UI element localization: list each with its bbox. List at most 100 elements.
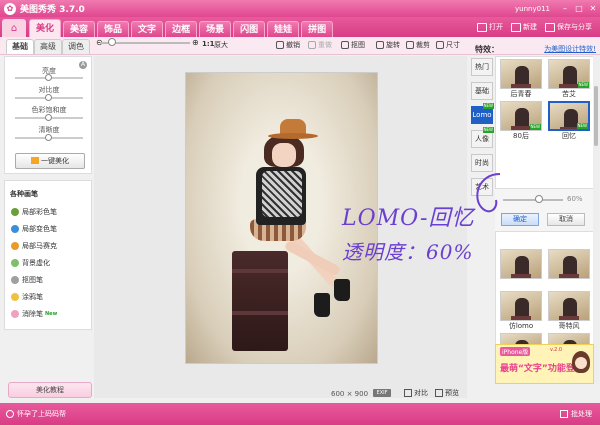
- cutout-button[interactable]: 抠图: [341, 40, 365, 50]
- brush-item[interactable]: 背景虚化: [11, 258, 50, 268]
- tab-flash[interactable]: 闪图: [233, 21, 266, 37]
- brush-item[interactable]: 局部马赛克: [11, 241, 57, 251]
- effect-thumbnail[interactable]: [500, 249, 542, 279]
- rotate-icon: [376, 41, 384, 49]
- effect-category[interactable]: 热门: [471, 58, 493, 76]
- close-icon[interactable]: ✕: [586, 3, 600, 15]
- undo-icon: [276, 41, 284, 49]
- leg: [283, 239, 342, 277]
- brush-item[interactable]: 局部彩色笔: [11, 207, 57, 217]
- promo-version: v.2.0: [550, 347, 563, 353]
- maximize-icon[interactable]: □: [572, 3, 586, 15]
- redo-icon: [308, 41, 316, 49]
- brush-label: 局部变色笔: [22, 225, 57, 233]
- compare-button[interactable]: 对比: [404, 388, 428, 398]
- brush-icon: [11, 259, 19, 267]
- effect-thumbnail[interactable]: [548, 291, 590, 321]
- effect-category[interactable]: Lomo NEW: [471, 103, 494, 124]
- brush-item[interactable]: 抠图笔: [11, 275, 43, 285]
- opacity-slider[interactable]: [503, 199, 563, 201]
- scrollbar-thumb[interactable]: [594, 86, 598, 146]
- brush-icon: [11, 310, 19, 318]
- new-badge: NEW: [482, 103, 494, 109]
- save-icon: [545, 22, 555, 32]
- effect-thumbnail[interactable]: NEW: [548, 59, 590, 89]
- subtab-basic[interactable]: 基础: [6, 39, 34, 54]
- effects-scrollbar[interactable]: [593, 56, 599, 384]
- preview-icon: [435, 389, 443, 397]
- design-effects-link[interactable]: 为美图设计特效!: [544, 44, 596, 54]
- effect-thumbnail-caption: 仿lomo: [508, 322, 534, 330]
- subtab-advanced[interactable]: 高级: [34, 39, 62, 54]
- subtab-color[interactable]: 调色: [62, 39, 90, 54]
- resize-icon: [436, 41, 444, 49]
- effect-thumbnail[interactable]: NEW: [500, 101, 542, 131]
- effect-thumbnail[interactable]: [500, 291, 542, 321]
- exif-button[interactable]: EXIF: [373, 389, 391, 397]
- save-share-button[interactable]: 保存与分享: [545, 22, 592, 32]
- effect-thumbnail-caption: 后青春: [510, 90, 532, 98]
- open-button[interactable]: 打开: [477, 22, 503, 32]
- annotation-curve: [476, 173, 501, 213]
- effect-thumbnail-caption: 哥特风: [558, 322, 580, 330]
- batch-button[interactable]: 批处理: [560, 409, 592, 419]
- effect-thumbnail[interactable]: NEW: [548, 101, 590, 131]
- tab-text[interactable]: 文字: [131, 21, 164, 37]
- tab-beauty[interactable]: 美容: [63, 21, 96, 37]
- contrast-knob[interactable]: [45, 94, 52, 101]
- brush-item[interactable]: 涂鸦笔: [11, 292, 43, 302]
- home-icon[interactable]: ⌂: [2, 19, 26, 37]
- opacity-knob[interactable]: [535, 195, 543, 203]
- ratio-button[interactable]: 1:1: [202, 40, 215, 48]
- promo-character-face: [575, 357, 587, 369]
- sharpness-knob[interactable]: [45, 134, 52, 141]
- saturation-knob[interactable]: [45, 114, 52, 121]
- undo-button[interactable]: 撤销: [276, 40, 300, 50]
- tab-frame[interactable]: 边框: [165, 21, 198, 37]
- minimize-icon[interactable]: –: [558, 3, 572, 15]
- status-bar: 怀孕了上码码帮 批处理: [0, 403, 600, 425]
- zoom-in-icon[interactable]: ⊕: [192, 38, 199, 47]
- effect-thumbnail[interactable]: [500, 59, 542, 89]
- confirm-button[interactable]: 确定: [501, 213, 539, 226]
- tab-doll[interactable]: 娃娃: [267, 21, 300, 37]
- status-message[interactable]: 怀孕了上码码帮: [6, 409, 66, 419]
- tab-scene[interactable]: 场景: [199, 21, 232, 37]
- effect-thumbnail-caption: 苦艾: [562, 90, 576, 98]
- resize-button[interactable]: 尺寸: [436, 40, 460, 50]
- adjust-panel: A 亮度 对比度 色彩饱和度 清晰度 一键美化: [4, 56, 92, 174]
- brush-item[interactable]: 局部变色笔: [11, 224, 57, 234]
- new-badge: NEW: [529, 124, 541, 130]
- effect-category[interactable]: 人像 NEW: [471, 127, 494, 148]
- opacity-value: 60%: [567, 195, 583, 203]
- effect-thumbnail[interactable]: [548, 249, 590, 279]
- effect-category-label: Lomo: [472, 111, 492, 119]
- cancel-button[interactable]: 取消: [547, 213, 585, 226]
- tab-collage[interactable]: 拼图: [301, 21, 334, 37]
- user-name[interactable]: yunny011: [515, 5, 550, 13]
- one-key-beautify-button[interactable]: 一键美化: [15, 153, 85, 169]
- zoom-slider-knob[interactable]: [108, 38, 116, 46]
- tutorial-button[interactable]: 美化教程: [8, 382, 92, 398]
- file-actions: 打开 新建 保存与分享: [477, 17, 600, 37]
- thumbnail-suitcase: [559, 274, 579, 278]
- brush-panel-title: 各种画笔: [10, 190, 38, 198]
- brightness-knob[interactable]: [45, 74, 52, 81]
- new-button[interactable]: 新建: [511, 22, 537, 32]
- rotate-button[interactable]: 旋转: [376, 40, 400, 50]
- effect-category-label: 人像: [475, 135, 489, 143]
- tab-beautify[interactable]: 美化: [29, 19, 62, 37]
- magic-icon: [31, 157, 39, 164]
- actual-size-button[interactable]: 原大: [214, 40, 228, 50]
- effect-category[interactable]: 基础: [471, 82, 493, 100]
- tab-accessories[interactable]: 饰品: [97, 21, 130, 37]
- title-bar: ✿ 美图秀秀 3.7.0 yunny011 – □ ✕: [0, 0, 600, 17]
- effects-header: 特效： 为美图设计特效!: [469, 40, 600, 56]
- preview-button[interactable]: 预览: [435, 388, 459, 398]
- brush-item[interactable]: 消除笔 New: [11, 309, 57, 319]
- crop-icon: [406, 41, 414, 49]
- promo-banner[interactable]: iPhone版 v.2.0 最萌“文字”功能登场: [495, 344, 594, 384]
- crop-button[interactable]: 裁剪: [406, 40, 430, 50]
- redo-button[interactable]: 重做: [308, 40, 332, 50]
- folder-icon: [477, 22, 487, 32]
